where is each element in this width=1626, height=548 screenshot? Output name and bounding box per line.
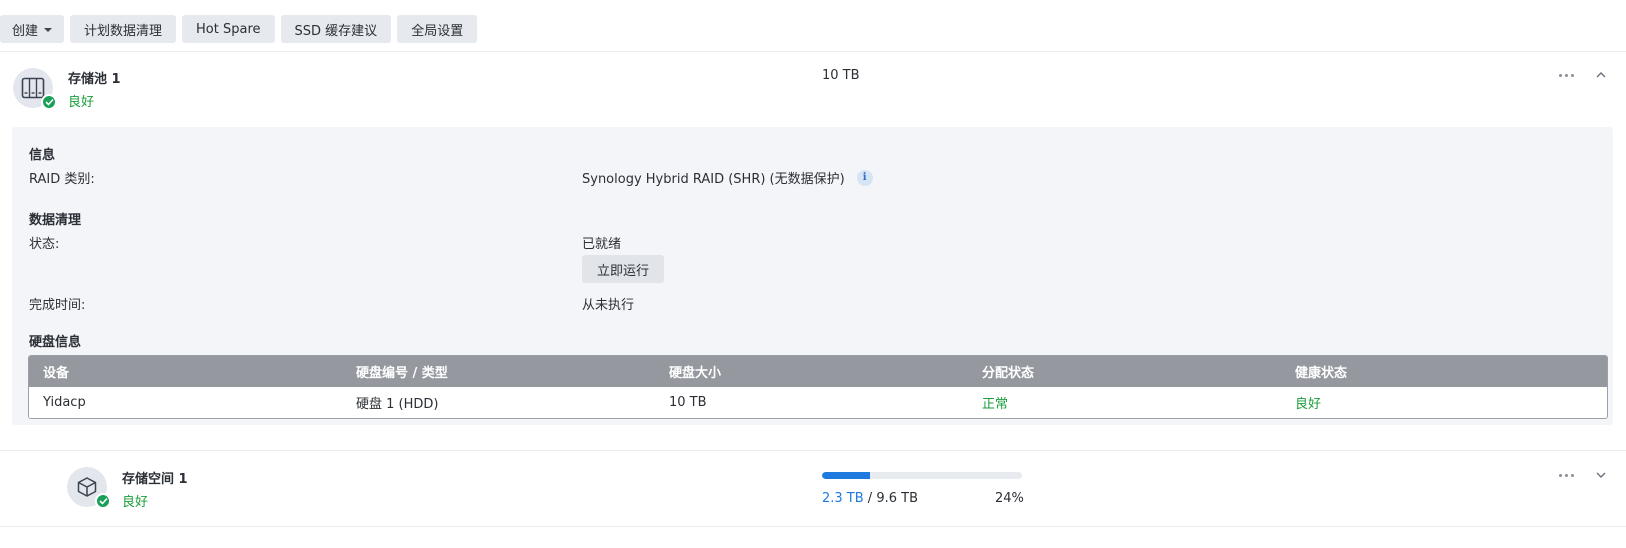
volume-used: 2.3 TB xyxy=(822,491,864,506)
volume-usage-text: 2.3 TB / 9.6 TB xyxy=(822,491,918,506)
raid-type-text: Synology Hybrid RAID (SHR) (无数据保护) xyxy=(582,172,845,187)
cell-device: Yidacp xyxy=(43,395,86,410)
disk-info-section-title: 硬盘信息 xyxy=(29,335,82,350)
scrub-state-label: 状态: xyxy=(29,237,60,252)
volume-status: 良好 xyxy=(122,495,149,510)
volume-usage-bar xyxy=(822,472,1022,479)
divider xyxy=(0,526,1626,527)
scrub-section-title: 数据清理 xyxy=(29,213,82,228)
create-button[interactable]: 创建 xyxy=(0,15,65,43)
run-now-button[interactable]: 立即运行 xyxy=(582,255,665,283)
header-health[interactable]: 健康状态 xyxy=(1281,362,1594,381)
volume-usage-fill xyxy=(822,472,870,479)
create-button-label: 创建 xyxy=(12,23,39,39)
info-section-title: 信息 xyxy=(29,148,56,163)
volume-usage-percent: 24% xyxy=(995,491,1024,506)
finish-time-label: 完成时间: xyxy=(29,298,86,313)
header-disk-number[interactable]: 硬盘编号 / 类型 xyxy=(342,362,655,381)
cell-allocation: 正常 xyxy=(982,397,1009,412)
caret-down-icon xyxy=(44,28,53,32)
more-icon[interactable] xyxy=(1559,474,1574,477)
cell-disk-size: 10 TB xyxy=(669,395,707,410)
scrub-state-value: 已就绪 xyxy=(582,237,622,252)
raid-type-label: RAID 类别: xyxy=(29,172,95,187)
volume-cube-icon xyxy=(67,467,111,509)
pool-name[interactable]: 存储池 1 xyxy=(68,68,121,87)
volume-usage-separator: / xyxy=(863,491,877,506)
cell-disk-number: 硬盘 1 (HDD) xyxy=(356,397,439,412)
divider xyxy=(0,450,1626,451)
ssd-cache-button[interactable]: SSD 缓存建议 xyxy=(280,15,392,43)
header-allocation[interactable]: 分配状态 xyxy=(968,362,1281,381)
disk-table-header: 设备 硬盘编号 / 类型 硬盘大小 分配状态 健康状态 xyxy=(29,356,1607,387)
raid-type-value: Synology Hybrid RAID (SHR) (无数据保护) i xyxy=(582,168,873,187)
header-device[interactable]: 设备 xyxy=(29,362,342,381)
disk-table: 设备 硬盘编号 / 类型 硬盘大小 分配状态 健康状态 Yidacp 硬盘 1 … xyxy=(28,355,1608,419)
volume-name[interactable]: 存储空间 1 xyxy=(122,468,188,487)
hot-spare-button[interactable]: Hot Spare xyxy=(182,15,275,43)
scrub-schedule-button[interactable]: 计划数据清理 xyxy=(70,15,177,43)
pool-detail-panel: 信息 RAID 类别: Synology Hybrid RAID (SHR) (… xyxy=(12,127,1613,425)
info-icon[interactable]: i xyxy=(856,169,873,186)
chevron-down-icon[interactable] xyxy=(1595,469,1607,481)
global-settings-button[interactable]: 全局设置 xyxy=(397,15,478,43)
more-icon[interactable] xyxy=(1559,74,1574,77)
pool-status: 良好 xyxy=(68,95,95,110)
finish-time-value: 从未执行 xyxy=(582,298,635,313)
pool-capacity: 10 TB xyxy=(822,68,860,83)
divider xyxy=(0,51,1626,52)
check-icon xyxy=(41,94,57,110)
volume-total: 9.6 TB xyxy=(876,491,918,506)
chevron-up-icon[interactable] xyxy=(1595,69,1607,81)
cell-health: 良好 xyxy=(1295,397,1322,412)
check-icon xyxy=(95,493,111,509)
header-disk-size[interactable]: 硬盘大小 xyxy=(655,362,968,381)
toolbar: 创建 计划数据清理 Hot Spare SSD 缓存建议 全局设置 xyxy=(0,15,478,43)
table-row[interactable]: Yidacp 硬盘 1 (HDD) 10 TB 正常 良好 xyxy=(29,387,1607,418)
storage-pool-icon xyxy=(13,68,57,110)
